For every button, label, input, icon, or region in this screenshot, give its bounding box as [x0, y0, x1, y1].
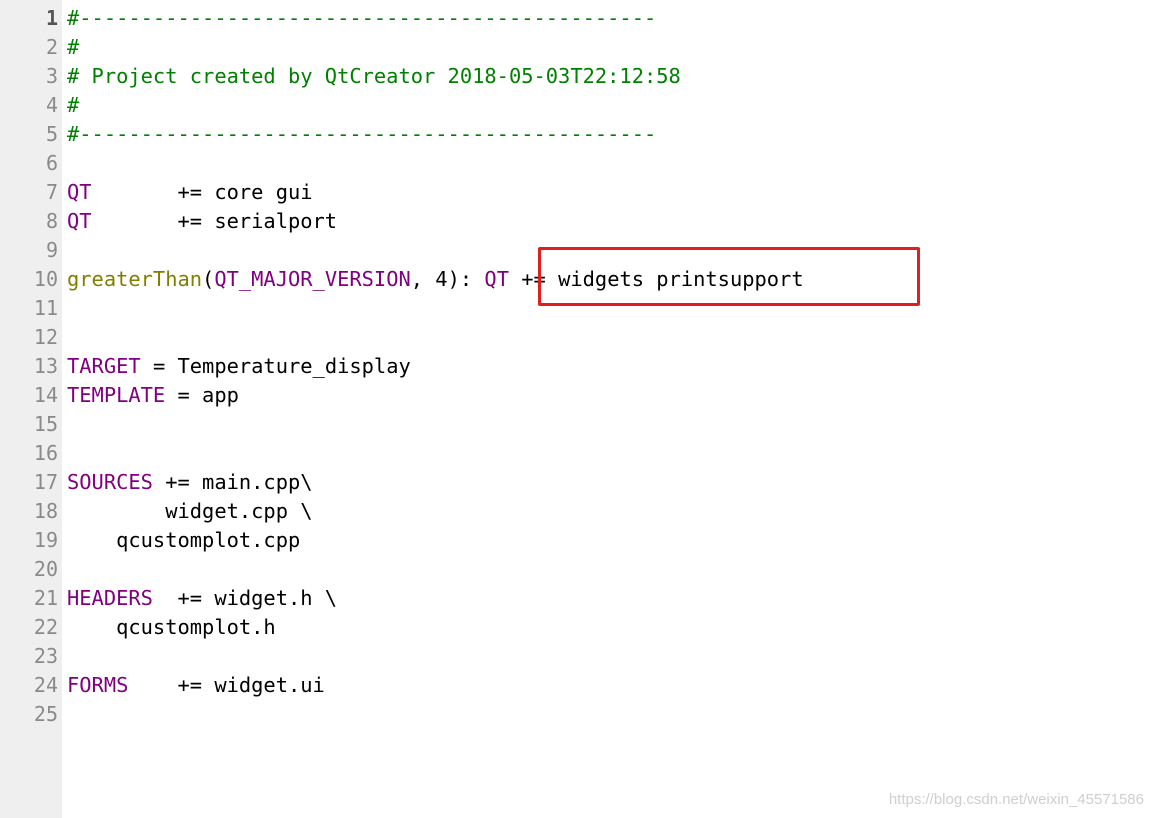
- code-text: TARGET = Temperature_display: [67, 352, 411, 381]
- code-text: FORMS += widget.ui: [67, 671, 325, 700]
- line-number: 1: [45, 6, 58, 30]
- token-arg: QT_MAJOR_VERSION: [214, 267, 411, 291]
- code-line[interactable]: 18 widget.cpp \: [0, 497, 1154, 526]
- line-number: 17: [33, 470, 58, 494]
- token-plain: qcustomplot.cpp: [67, 528, 301, 552]
- code-line[interactable]: 22 qcustomplot.h: [0, 613, 1154, 642]
- token-var: TARGET: [67, 354, 141, 378]
- line-number: 13: [33, 354, 58, 378]
- code-line[interactable]: 19 qcustomplot.cpp: [0, 526, 1154, 555]
- code-text: SOURCES += main.cpp\: [67, 468, 313, 497]
- code-text: TEMPLATE = app: [67, 381, 239, 410]
- code-line[interactable]: 4 #: [0, 91, 1154, 120]
- code-line[interactable]: 7 QT += core gui: [0, 178, 1154, 207]
- token-comment: #: [67, 93, 80, 117]
- line-number: 19: [33, 528, 58, 552]
- code-text: QT += core gui: [67, 178, 313, 207]
- line-number: 24: [33, 673, 58, 697]
- code-text: #---------------------------------------…: [67, 4, 656, 33]
- line-number: 2: [45, 35, 58, 59]
- code-line[interactable]: 1 #--------------------------------------…: [0, 4, 1154, 33]
- watermark: https://blog.csdn.net/weixin_45571586: [888, 791, 1144, 808]
- token-var: SOURCES: [67, 470, 153, 494]
- code-text: # Project created by QtCreator 2018-05-0…: [67, 62, 681, 91]
- line-number: 18: [33, 499, 58, 523]
- line-number: 5: [45, 122, 58, 146]
- line-number: 10: [33, 267, 58, 291]
- code-line[interactable]: 6: [0, 149, 1154, 178]
- code-line[interactable]: 25: [0, 700, 1154, 729]
- line-number: 15: [33, 412, 58, 436]
- line-number: 14: [33, 383, 58, 407]
- token-plain: += main.cpp\: [152, 470, 313, 494]
- token-comment: # Project created by QtCreator 2018-05-0…: [67, 64, 681, 88]
- code-line[interactable]: 21 HEADERS += widget.h \: [0, 584, 1154, 613]
- token-var: TEMPLATE: [67, 383, 166, 407]
- token-comment: #---------------------------------------…: [67, 122, 657, 146]
- token-plain: += serialport: [91, 209, 338, 233]
- code-line[interactable]: 16: [0, 439, 1154, 468]
- code-line[interactable]: 5 #--------------------------------------…: [0, 120, 1154, 149]
- code-text: qcustomplot.h: [67, 613, 276, 642]
- token-comment: #---------------------------------------…: [67, 6, 657, 30]
- code-editor[interactable]: 1 #--------------------------------------…: [0, 4, 1154, 729]
- code-text: #: [67, 33, 79, 62]
- line-number: 23: [33, 644, 58, 668]
- token-var: QT: [484, 267, 509, 291]
- token-var: QT: [67, 180, 92, 204]
- token-plain: += widget.ui: [128, 673, 325, 697]
- code-text: widget.cpp \: [67, 497, 313, 526]
- line-number: 3: [45, 64, 58, 88]
- line-number: 12: [33, 325, 58, 349]
- code-text: QT += serialport: [67, 207, 337, 236]
- token-comment: #: [67, 35, 80, 59]
- annotation-highlight-box: [538, 247, 920, 306]
- code-line[interactable]: 8 QT += serialport: [0, 207, 1154, 236]
- code-line[interactable]: 15: [0, 410, 1154, 439]
- code-line[interactable]: 3 # Project created by QtCreator 2018-05-…: [0, 62, 1154, 91]
- token-var: FORMS: [67, 673, 129, 697]
- token-plain: += core gui: [91, 180, 313, 204]
- code-line[interactable]: 24 FORMS += widget.ui: [0, 671, 1154, 700]
- line-number: 7: [45, 180, 58, 204]
- code-line[interactable]: 14 TEMPLATE = app: [0, 381, 1154, 410]
- line-number: 16: [33, 441, 58, 465]
- line-number: 6: [45, 151, 58, 175]
- code-line[interactable]: 23: [0, 642, 1154, 671]
- line-number: 8: [45, 209, 58, 233]
- token-plain: (: [202, 267, 215, 291]
- code-line[interactable]: 2 #: [0, 33, 1154, 62]
- token-plain: += widget.h \: [152, 586, 338, 610]
- line-number: 4: [45, 93, 58, 117]
- code-line[interactable]: 20: [0, 555, 1154, 584]
- code-line[interactable]: 13 TARGET = Temperature_display: [0, 352, 1154, 381]
- token-var: HEADERS: [67, 586, 153, 610]
- code-text: HEADERS += widget.h \: [67, 584, 337, 613]
- line-number: 11: [33, 296, 58, 320]
- code-line[interactable]: 17 SOURCES += main.cpp\: [0, 468, 1154, 497]
- code-text: #: [67, 91, 79, 120]
- line-number: 22: [33, 615, 58, 639]
- line-number: 21: [33, 586, 58, 610]
- token-plain: = app: [165, 383, 239, 407]
- token-var: QT: [67, 209, 92, 233]
- line-number: 9: [45, 238, 58, 262]
- line-number: 20: [33, 557, 58, 581]
- code-line[interactable]: 12: [0, 323, 1154, 352]
- code-text: #---------------------------------------…: [67, 120, 656, 149]
- token-func: greaterThan: [67, 267, 203, 291]
- token-plain: , 4):: [410, 267, 485, 291]
- token-plain: widget.cpp \: [67, 499, 313, 523]
- code-text: qcustomplot.cpp: [67, 526, 300, 555]
- line-number: 25: [33, 702, 58, 726]
- token-plain: qcustomplot.h: [67, 615, 276, 639]
- token-plain: = Temperature_display: [140, 354, 411, 378]
